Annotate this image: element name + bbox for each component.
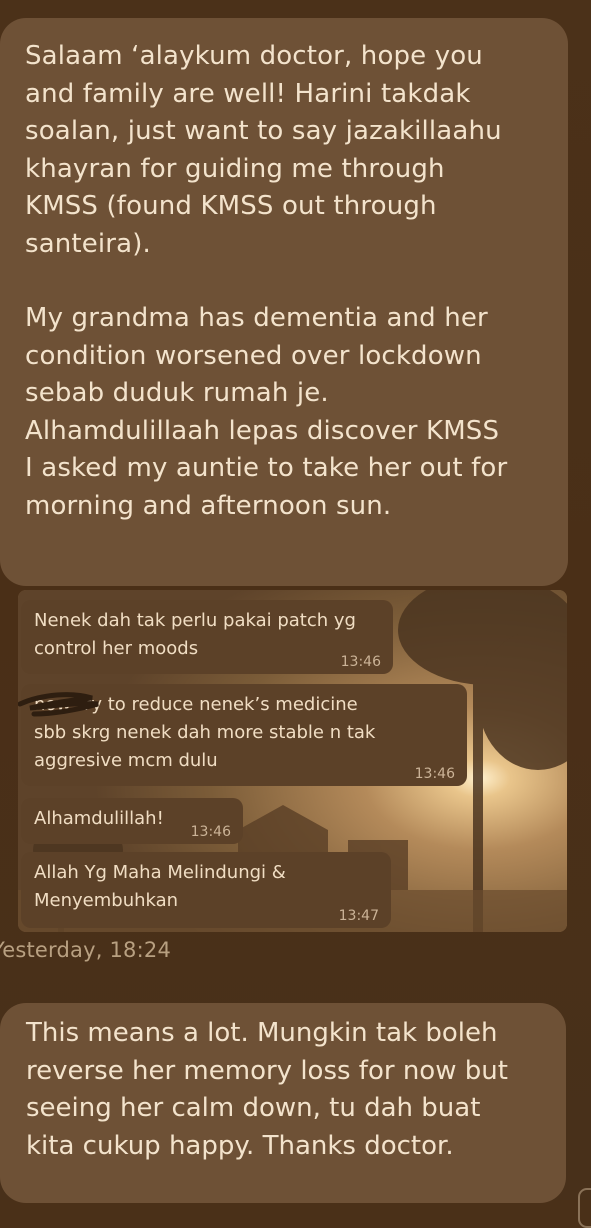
embedded-message-4: Allah Yg Maha Melindungi & Menyembuhkan … <box>21 852 391 928</box>
embedded-message-4-time: 13:47 <box>338 908 379 924</box>
embedded-message-4-text: Allah Yg Maha Melindungi & Menyembuhkan <box>34 862 286 911</box>
message-timestamp-separator: Yesterday, 18:24 <box>0 938 172 962</box>
scroll-down-indicator[interactable] <box>578 1188 591 1228</box>
message-text: This means a lot. Mungkin tak boleh reve… <box>26 1018 508 1161</box>
message-paragraph-1: Salaam ‘alaykum doctor, hope you and fam… <box>25 41 502 259</box>
embedded-message-1-text: Nenek dah tak perlu pakai patch yg contr… <box>34 610 356 659</box>
chat-screen: Salaam ‘alaykum doctor, hope you and fam… <box>0 0 591 1228</box>
message-bubble-incoming-2[interactable]: This means a lot. Mungkin tak boleh reve… <box>0 1003 566 1203</box>
message-bubble-incoming[interactable]: Salaam ‘alaykum doctor, hope you and fam… <box>0 18 568 586</box>
embedded-message-3-time: 13:46 <box>190 824 231 840</box>
embedded-message-2-time: 13:46 <box>414 766 455 782</box>
embedded-message-1: Nenek dah tak perlu pakai patch yg contr… <box>21 600 393 674</box>
embedded-message-3: Alhamdulillah! 13:46 <box>21 798 243 844</box>
message-paragraph-2: My grandma has dementia and her conditio… <box>25 303 508 521</box>
redaction-scribble <box>18 692 99 717</box>
embedded-screenshot-image[interactable]: Nenek dah tak perlu pakai patch yg contr… <box>18 590 567 932</box>
embedded-message-1-time: 13:46 <box>340 654 381 670</box>
